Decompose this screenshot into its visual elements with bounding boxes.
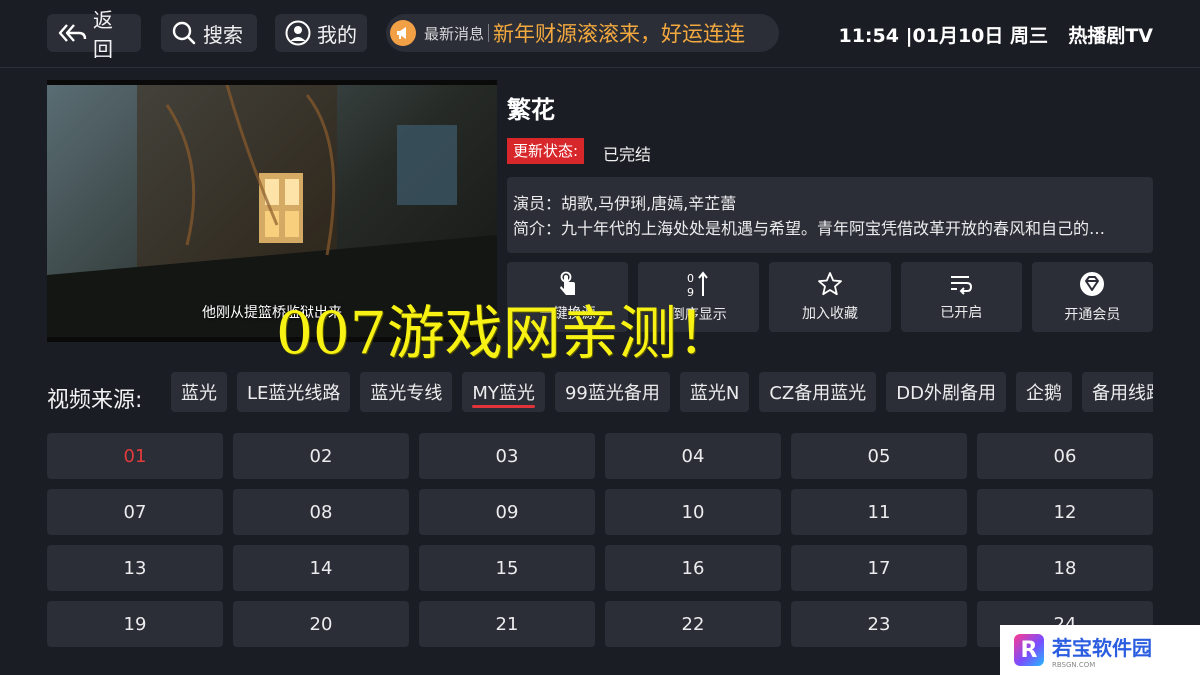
episode-button[interactable]: 06 (977, 433, 1153, 479)
episode-button[interactable]: 10 (605, 489, 781, 535)
site-badge: R 若宝软件园 RBSGN.COM (1000, 625, 1200, 675)
site-logo-icon: R (1014, 634, 1044, 666)
favorite-label: 加入收藏 (802, 306, 858, 322)
clock: 11:54 |01月10日 周三 (838, 25, 1048, 47)
episode-button[interactable]: 05 (791, 433, 967, 479)
episode-button[interactable]: 14 (233, 545, 409, 591)
episode-button[interactable]: 11 (791, 489, 967, 535)
episode-button[interactable]: 03 (419, 433, 595, 479)
source-item[interactable]: 蓝光N (679, 372, 750, 412)
back-label: 返回 (93, 8, 113, 61)
source-label: 视频来源: (47, 388, 143, 413)
episode-button[interactable]: 07 (47, 489, 223, 535)
source-item[interactable]: 99蓝光备用 (554, 372, 670, 412)
skip-intro-toggle[interactable]: 已开启 (900, 262, 1022, 332)
episode-button[interactable]: 15 (419, 545, 595, 591)
episode-button[interactable]: 12 (977, 489, 1153, 535)
vip-label: 开通会员 (1064, 307, 1121, 323)
megaphone-icon (390, 20, 416, 46)
source-item[interactable]: CZ备用蓝光 (759, 372, 877, 412)
source-item[interactable]: 蓝光 (171, 372, 227, 412)
news-ticker[interactable]: 最新消息 新年财源滚滚来，好运连连 (386, 14, 779, 52)
source-list: 蓝光 LE蓝光线路 蓝光专线 MY蓝光 99蓝光备用 蓝光N CZ备用蓝光 DD… (171, 372, 1153, 412)
cast-line: 演员：胡歌,马伊琍,唐嫣,辛芷蕾 (513, 194, 737, 213)
vip-button[interactable]: 开通会员 (1031, 262, 1154, 332)
source-item[interactable]: 蓝光专线 (360, 372, 453, 412)
news-label: 最新消息 (424, 24, 485, 43)
episode-button[interactable]: 02 (233, 433, 409, 479)
star-icon (818, 272, 842, 296)
episode-button[interactable]: 08 (233, 489, 409, 535)
source-item[interactable]: 备用线路 (1081, 372, 1153, 412)
episode-button-current[interactable]: 01 (47, 433, 223, 479)
news-divider (488, 24, 490, 42)
episode-button[interactable]: 21 (419, 601, 595, 647)
episode-button[interactable]: 04 (605, 433, 781, 479)
description-panel[interactable]: 演员：胡歌,马伊琍,唐嫣,辛芷蕾 简介：九十年代的上海处处是机遇与希望。青年阿宝… (507, 177, 1153, 253)
skip-intro-label: 已开启 (940, 305, 983, 321)
show-title: 繁花 (507, 96, 555, 124)
episode-button[interactable]: 20 (233, 601, 409, 647)
episode-button[interactable]: 16 (605, 545, 781, 591)
source-item[interactable]: 企鹅 (1015, 372, 1072, 412)
skip-icon (951, 276, 973, 295)
search-button[interactable]: 搜索 (161, 14, 257, 52)
summary-line: 简介：九十年代的上海处处是机遇与希望。青年阿宝凭借改革开放的春风和自己的… (513, 219, 1106, 238)
site-badge-text: 若宝软件园 (1052, 635, 1152, 660)
episode-button[interactable]: 18 (977, 545, 1153, 591)
status-value: 已完结 (603, 145, 652, 164)
episode-button[interactable]: 19 (47, 601, 223, 647)
app-title: 热播剧TV (1068, 25, 1153, 47)
status-tag: 更新状态: (507, 138, 585, 164)
user-icon (285, 20, 311, 46)
mine-label: 我的 (317, 22, 357, 47)
episode-button[interactable]: 13 (47, 545, 223, 591)
source-item[interactable]: DD外剧备用 (886, 372, 1006, 412)
episode-grid: 01 02 03 04 05 06 07 08 09 10 11 12 13 14 15 16 17 18 19 20… (47, 433, 1153, 647)
search-icon (172, 21, 196, 45)
episode-button[interactable]: 09 (419, 489, 595, 535)
episode-button[interactable]: 22 (605, 601, 781, 647)
news-text: 新年财源滚滚来，好运连连 (493, 22, 746, 46)
svg-text:0: 0 (687, 272, 694, 285)
top-bar: 返回 搜索 我的 最新消息 新年财源滚滚来，好运连连 11:54 |01月10日… (0, 0, 1200, 68)
mine-button[interactable]: 我的 (275, 14, 367, 52)
watermark-text: 007游戏网亲测！ (276, 299, 735, 367)
back-button[interactable]: 返回 (47, 8, 141, 61)
source-item[interactable]: LE蓝光线路 (237, 372, 351, 412)
favorite-button[interactable]: 加入收藏 (769, 262, 891, 332)
episode-button[interactable]: 17 (791, 545, 967, 591)
site-badge-url: RBSGN.COM (1052, 660, 1096, 669)
episode-button[interactable]: 23 (791, 601, 967, 647)
search-label: 搜索 (203, 22, 243, 47)
back-arrow-icon (58, 24, 87, 42)
vip-diamond-icon (1080, 272, 1105, 296)
source-item-active[interactable]: MY蓝光 (462, 372, 545, 412)
